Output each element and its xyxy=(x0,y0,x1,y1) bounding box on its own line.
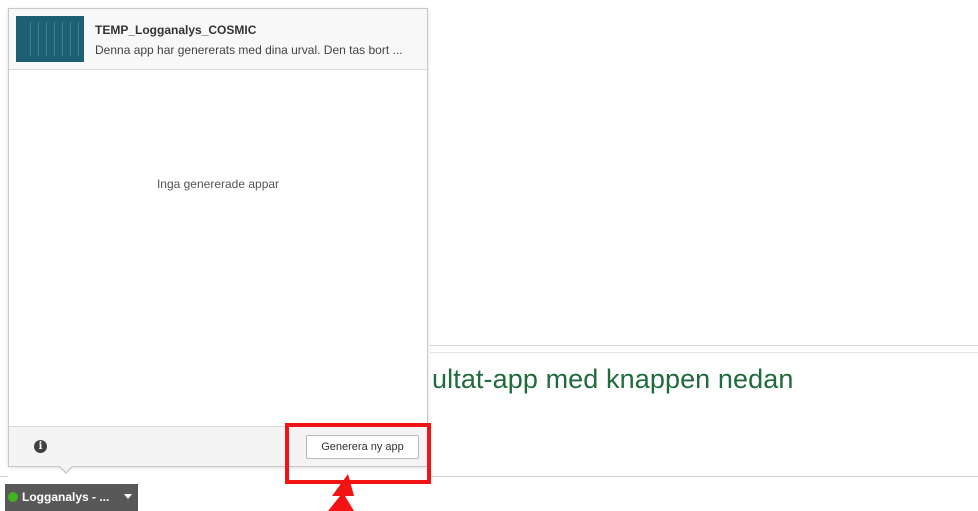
caret-down-icon xyxy=(124,494,132,499)
section-divider xyxy=(430,476,978,477)
info-icon[interactable]: i xyxy=(34,440,47,453)
app-thumbnail xyxy=(16,16,84,62)
screen: ultat-app med knappen nedan TEMP_Loggana… xyxy=(0,0,978,511)
section-divider xyxy=(430,345,978,346)
app-description: Denna app har genererats med dina urval.… xyxy=(95,43,403,57)
app-selector-pill[interactable]: Logganalys - ... xyxy=(5,484,138,511)
app-title: TEMP_Logganalys_COSMIC xyxy=(95,23,257,37)
status-dot-icon xyxy=(8,492,18,502)
red-arrow-icon xyxy=(328,474,354,511)
app-pill-label: Logganalys - ... xyxy=(22,490,110,504)
generated-apps-popover: TEMP_Logganalys_COSMIC Denna app har gen… xyxy=(8,8,428,467)
section-divider xyxy=(0,476,8,477)
popover-pointer-fill xyxy=(59,465,73,472)
app-list-item[interactable]: TEMP_Logganalys_COSMIC Denna app har gen… xyxy=(9,9,427,70)
section-divider xyxy=(430,352,978,353)
page-heading: ultat-app med knappen nedan xyxy=(432,364,794,394)
highlight-box xyxy=(285,423,431,484)
empty-state-message: Inga genererade appar xyxy=(156,177,280,191)
